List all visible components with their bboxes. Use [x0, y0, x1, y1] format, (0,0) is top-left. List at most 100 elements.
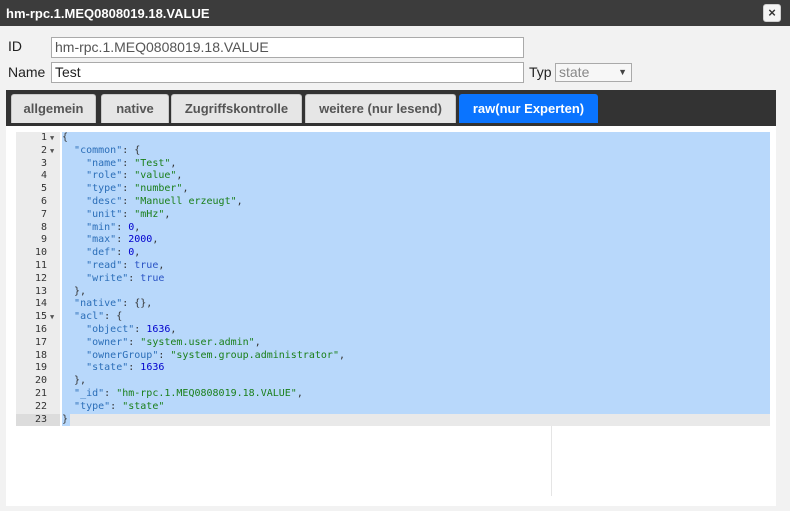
- code-line[interactable]: 1 ▼ {: [16, 132, 770, 145]
- chevron-down-icon: ▼: [618, 67, 627, 77]
- code-token: "owner": [86, 336, 129, 348]
- fold-arrow-icon[interactable]: ▼: [50, 311, 54, 324]
- code-token: ,: [296, 388, 303, 399]
- code-text: "object": 1636,: [62, 324, 770, 337]
- code-text: "max": 2000,: [62, 234, 770, 248]
- code-line[interactable]: 7 "unit": "mHz",: [16, 208, 770, 222]
- line-number: 4: [40, 170, 47, 182]
- tab-zugriffskontrolle[interactable]: Zugriffskontrolle: [171, 94, 302, 123]
- code-line[interactable]: 16 "object": 1636,: [16, 324, 770, 337]
- tab-raw[interactable]: raw(nur Experten): [459, 94, 598, 123]
- tab-native[interactable]: native: [101, 94, 169, 123]
- code-token: : {},: [122, 298, 153, 310]
- id-field[interactable]: hm-rpc.1.MEQ0808019.18.VALUE: [51, 37, 524, 58]
- tab-allgemein[interactable]: allgemein: [11, 94, 96, 123]
- typ-label: Typ: [529, 64, 552, 80]
- code-token: "max": [86, 234, 117, 246]
- code-line[interactable]: 15 ▼ "acl": {: [16, 311, 770, 324]
- code-line[interactable]: 11 "read": true,: [16, 260, 770, 273]
- tab-weitere[interactable]: weitere (nur lesend): [305, 94, 456, 123]
- code-line[interactable]: 8 "min": 0,: [16, 221, 770, 235]
- code-token: "Manuell erzeugt": [134, 196, 237, 207]
- fold-arrow-icon[interactable]: ▼: [50, 132, 54, 145]
- tab-content: 1 ▼{2 ▼ "common": {3 "name": "Test", 4 "rol…: [6, 126, 776, 506]
- code-text: "name": "Test",: [62, 157, 770, 171]
- code-line[interactable]: 5 "type": "number",: [16, 183, 770, 196]
- code-token: "Test": [134, 157, 171, 169]
- name-field[interactable]: Test: [51, 62, 524, 83]
- code-token: :: [122, 183, 135, 195]
- code-text: "state": 1636: [62, 362, 770, 376]
- name-label: Name: [8, 64, 46, 80]
- active-line-highlight: [62, 413, 770, 427]
- code-token: :: [110, 400, 123, 412]
- code-token: "role": [86, 170, 123, 182]
- code-token: ,: [236, 196, 243, 207]
- code-token: ,: [170, 157, 177, 169]
- print-margin: [551, 426, 552, 496]
- code-line[interactable]: 18 "ownerGroup": "system.group.administr…: [16, 349, 770, 363]
- code-token: ,: [170, 324, 177, 335]
- code-token: ,: [158, 260, 165, 271]
- code-token: 2000: [128, 234, 153, 246]
- code-token: ,: [338, 349, 345, 361]
- typ-select[interactable]: state ▼: [555, 63, 632, 82]
- code-token: "write": [86, 272, 129, 284]
- code-token: :: [116, 234, 129, 246]
- code-line[interactable]: 19 "state": 1636: [16, 362, 770, 376]
- code-token: :: [122, 208, 135, 220]
- code-line[interactable]: 9 "max": 2000,: [16, 234, 770, 248]
- code-token: }: [62, 413, 69, 425]
- line-number: 13: [34, 285, 47, 297]
- code-line[interactable]: 21 "_id": "hm-rpc.1.MEQ0808019.18.VALUE"…: [16, 388, 770, 401]
- code-text: "write": true: [62, 272, 770, 286]
- code-line[interactable]: 22 "type": "state": [16, 400, 770, 414]
- code-token: 1636: [140, 362, 165, 374]
- typ-selected-value: state: [559, 64, 590, 80]
- code-token: "object": [86, 324, 135, 335]
- code-text: "owner": "system.user.admin",: [62, 336, 770, 350]
- code-line[interactable]: 20 },: [16, 375, 770, 388]
- line-number: 19: [34, 362, 47, 374]
- code-text: "role": "value",: [62, 170, 770, 184]
- code-line[interactable]: 4 "role": "value",: [16, 170, 770, 184]
- code-token: "system.user.admin": [140, 336, 255, 348]
- close-button[interactable]: ×: [763, 4, 781, 22]
- code-token: :: [122, 260, 135, 271]
- code-line[interactable]: 13 },: [16, 285, 770, 299]
- code-line[interactable]: 10 "def": 0,: [16, 247, 770, 260]
- code-line[interactable]: 6 "desc": "Manuell erzeugt",: [16, 196, 770, 209]
- code-line[interactable]: 14 "native": {},: [16, 298, 770, 312]
- dialog-titlebar[interactable]: hm-rpc.1.MEQ0808019.18.VALUE ×: [0, 0, 790, 26]
- json-code-editor[interactable]: 1 ▼{2 ▼ "common": {3 "name": "Test", 4 "rol…: [16, 132, 770, 427]
- line-number: 17: [34, 336, 47, 348]
- code-token: "type": [86, 183, 123, 195]
- code-token: :: [134, 324, 147, 335]
- code-text: "min": 0,: [62, 221, 770, 235]
- code-line[interactable]: 2 ▼ "common": {: [16, 144, 770, 158]
- code-token: },: [62, 375, 87, 387]
- code-token: "unit": [86, 208, 123, 220]
- code-line[interactable]: 12 "write": true: [16, 272, 770, 286]
- tab-bar: allgemein native Zugriffskontrolle weite…: [6, 90, 776, 126]
- line-number: 21: [34, 388, 47, 399]
- object-edit-dialog: hm-rpc.1.MEQ0808019.18.VALUE × ID hm-rpc…: [0, 0, 790, 511]
- code-token: ,: [164, 208, 171, 220]
- line-number: 20: [34, 375, 47, 387]
- dialog-scrollbar[interactable]: [780, 26, 790, 511]
- line-number: 12: [34, 272, 47, 284]
- code-token: "value": [134, 170, 177, 182]
- line-number: 1: [40, 132, 47, 143]
- fold-arrow-icon[interactable]: ▼: [50, 145, 54, 158]
- code-line[interactable]: 17 "owner": "system.user.admin",: [16, 336, 770, 350]
- code-token: "type": [74, 400, 111, 412]
- code-text: "native": {},: [62, 298, 770, 312]
- line-number: 22: [34, 400, 47, 412]
- code-line[interactable]: 3 "name": "Test",: [16, 157, 770, 171]
- code-line[interactable]: 23}: [16, 413, 770, 427]
